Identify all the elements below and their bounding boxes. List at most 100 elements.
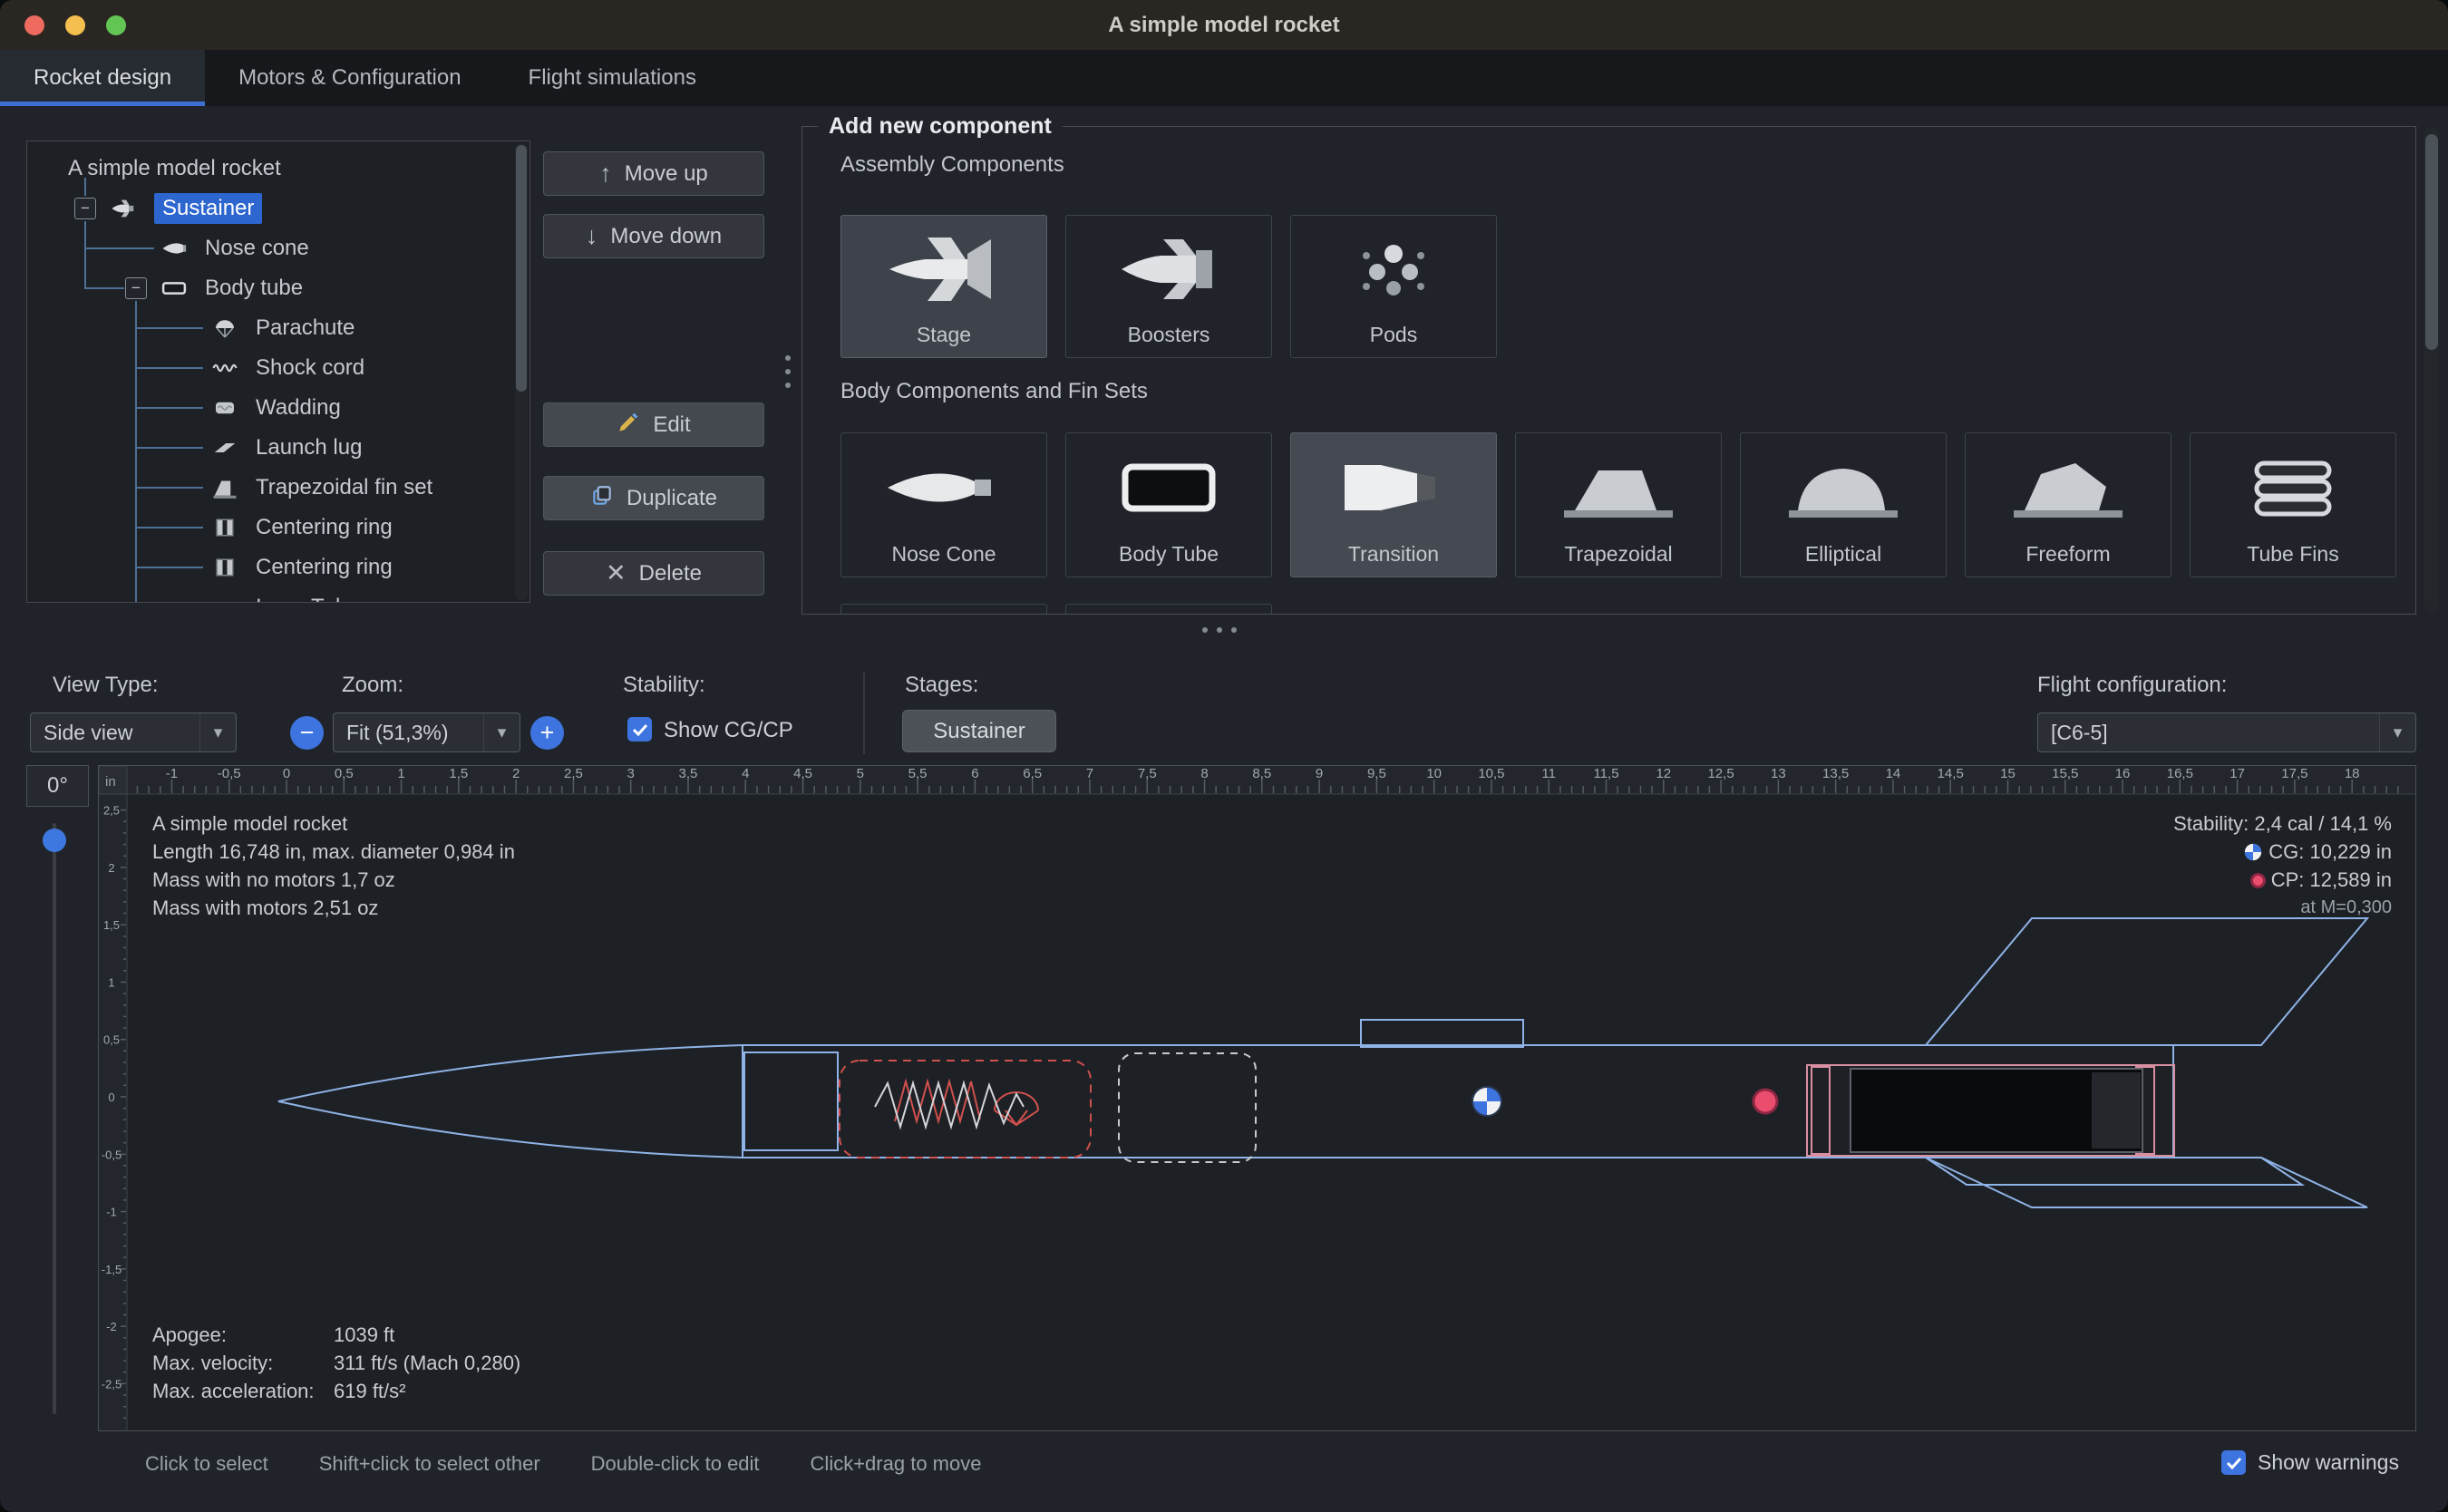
component-card-tube-fins[interactable]: Tube Fins [2190, 432, 2396, 577]
component-card-trapezoidal[interactable]: Trapezoidal [1515, 432, 1722, 577]
zoom-label: Zoom: [342, 673, 403, 698]
zoom-out-button[interactable]: − [290, 716, 324, 750]
tree-item-a-simple-model-rocket[interactable]: A simple model rocket [27, 149, 529, 189]
bodytube-icon [156, 274, 194, 303]
window-title: A simple model rocket [1108, 13, 1339, 37]
view-type-label: View Type: [53, 673, 159, 698]
component-card-pods[interactable]: Pods [1290, 215, 1497, 358]
shock-cord-drawing[interactable] [875, 1083, 1024, 1127]
component-card-label: Freeform [2025, 542, 2110, 567]
svg-text:1: 1 [397, 766, 404, 781]
component-card-label: Pods [1370, 323, 1417, 347]
nose-shoulder-outline [744, 1052, 838, 1150]
wadding-drawing[interactable] [1119, 1053, 1256, 1162]
zoom-in-button[interactable]: + [530, 716, 564, 750]
move-down-button[interactable]: ↓ Move down [543, 214, 764, 258]
rocket-length: Length 16,748 in, max. diameter 0,984 in [152, 838, 515, 866]
body-card-row: Nose Cone Body Tube Transition Trapezoidal E… [840, 432, 2396, 577]
freeform-icon [1966, 433, 2171, 542]
tree-item-trapezoidal-fin-set[interactable]: Trapezoidal fin set [27, 468, 529, 508]
cp-icon [2250, 873, 2266, 888]
svg-text:14,5: 14,5 [1938, 766, 1964, 781]
component-card-stage[interactable]: Stage [840, 215, 1047, 358]
section-label-body: Body Components and Fin Sets [840, 379, 1148, 404]
component-card-partial[interactable] [840, 604, 1047, 615]
view-type-select[interactable]: Side view ▾ [30, 712, 237, 752]
svg-text:16,5: 16,5 [2167, 766, 2193, 781]
tree-scrollbar[interactable] [515, 143, 528, 600]
tree-item-wadding[interactable]: Wadding [27, 388, 529, 428]
component-card-label: Boosters [1128, 323, 1210, 347]
component-card-freeform[interactable]: Freeform [1965, 432, 2171, 577]
tree-item-centering-ring[interactable]: Centering ring [27, 508, 529, 548]
stage-icon [841, 216, 1046, 323]
duplicate-button[interactable]: Duplicate [543, 476, 764, 520]
tree-item-inner-tube[interactable]: Inner Tube [27, 587, 529, 603]
close-button[interactable] [24, 15, 44, 35]
check-icon [2226, 1457, 2242, 1469]
tree-rows: A simple model rocket−Sustainer Nose cone… [27, 141, 529, 603]
component-card-label: Body Tube [1119, 542, 1219, 567]
wadding-icon [207, 393, 245, 422]
component-card-label: Transition [1348, 542, 1439, 567]
rocket-canvas[interactable]: in -1-0,500,511,522,533,544,555,566,577,… [98, 765, 2416, 1431]
show-warnings-checkbox[interactable] [2221, 1450, 2246, 1475]
ruler-left [99, 794, 127, 1431]
tree-item-centering-ring[interactable]: Centering ring [27, 548, 529, 587]
collapse-handle-icon[interactable]: − [125, 277, 147, 299]
rotation-slider-thumb[interactable] [43, 829, 66, 852]
component-card-nose-cone[interactable]: Nose Cone [840, 432, 1047, 577]
component-card-body-tube[interactable]: Body Tube [1065, 432, 1272, 577]
component-card-transition[interactable]: Transition [1290, 432, 1497, 577]
component-card-label: Trapezoidal [1564, 542, 1672, 567]
component-card-label: Stage [917, 323, 971, 347]
component-card-elliptical[interactable]: Elliptical [1740, 432, 1947, 577]
nose-cone-outline [278, 1045, 743, 1158]
component-tree-panel: A simple model rocket−Sustainer Nose cone… [26, 141, 530, 603]
component-card-label: Nose Cone [891, 542, 996, 567]
flight-configuration-select[interactable]: [C6-5] ▾ [2037, 712, 2416, 752]
rotation-slider[interactable] [53, 823, 56, 1414]
innertube-icon [207, 593, 245, 603]
tree-item-shock-cord[interactable]: Shock cord [27, 348, 529, 388]
tree-item-label: Nose cone [205, 236, 309, 261]
svg-text:2,5: 2,5 [103, 804, 120, 818]
tree-item-label: Centering ring [256, 515, 393, 540]
tab-motors-configuration[interactable]: Motors & Configuration [205, 50, 494, 106]
vertical-splitter-handle[interactable] [785, 355, 791, 388]
svg-text:0,5: 0,5 [103, 1033, 120, 1047]
svg-text:7,5: 7,5 [1138, 766, 1157, 781]
tab-rocket-design[interactable]: Rocket design [0, 50, 205, 106]
svg-text:0: 0 [283, 766, 290, 781]
collapse-handle-icon[interactable]: − [74, 198, 96, 219]
tab-flight-simulations[interactable]: Flight simulations [495, 50, 730, 106]
tree-item-label: Parachute [256, 315, 355, 341]
rocket-drawing[interactable] [278, 918, 2367, 1207]
tree-item-parachute[interactable]: Parachute [27, 308, 529, 348]
tree-item-sustainer[interactable]: −Sustainer [27, 189, 529, 228]
tree-item-nose-cone[interactable]: Nose cone [27, 228, 529, 268]
panel-scrollbar[interactable] [2424, 127, 2439, 613]
show-cgcp-checkbox[interactable] [627, 717, 652, 741]
finset-icon [207, 473, 245, 502]
transition-icon [1291, 433, 1496, 542]
svg-text:8,5: 8,5 [1252, 766, 1271, 781]
minimize-button[interactable] [65, 15, 85, 35]
tree-item-launch-lug[interactable]: Launch lug [27, 428, 529, 468]
tree-item-body-tube[interactable]: −Body tube [27, 268, 529, 308]
component-card-partial[interactable] [1065, 604, 1272, 615]
motor-mount-drawing[interactable] [1807, 1065, 2174, 1156]
parachute-drawing[interactable] [840, 1061, 1091, 1158]
zoom-select[interactable]: Fit (51,3%) ▾ [333, 712, 520, 752]
shockcord-icon [207, 354, 245, 383]
horizontal-splitter-handle[interactable] [1202, 627, 1237, 633]
maximize-button[interactable] [106, 15, 126, 35]
edit-button[interactable]: Edit [543, 402, 764, 447]
chevron-down-icon: ▾ [483, 713, 520, 751]
svg-text:-2,5: -2,5 [102, 1377, 121, 1391]
stage-toggle-sustainer[interactable]: Sustainer [902, 710, 1056, 752]
delete-button[interactable]: ✕ Delete [543, 551, 764, 596]
tree-item-label: Launch lug [256, 435, 362, 460]
component-card-boosters[interactable]: Boosters [1065, 215, 1272, 358]
move-up-button[interactable]: ↑ Move up [543, 151, 764, 196]
